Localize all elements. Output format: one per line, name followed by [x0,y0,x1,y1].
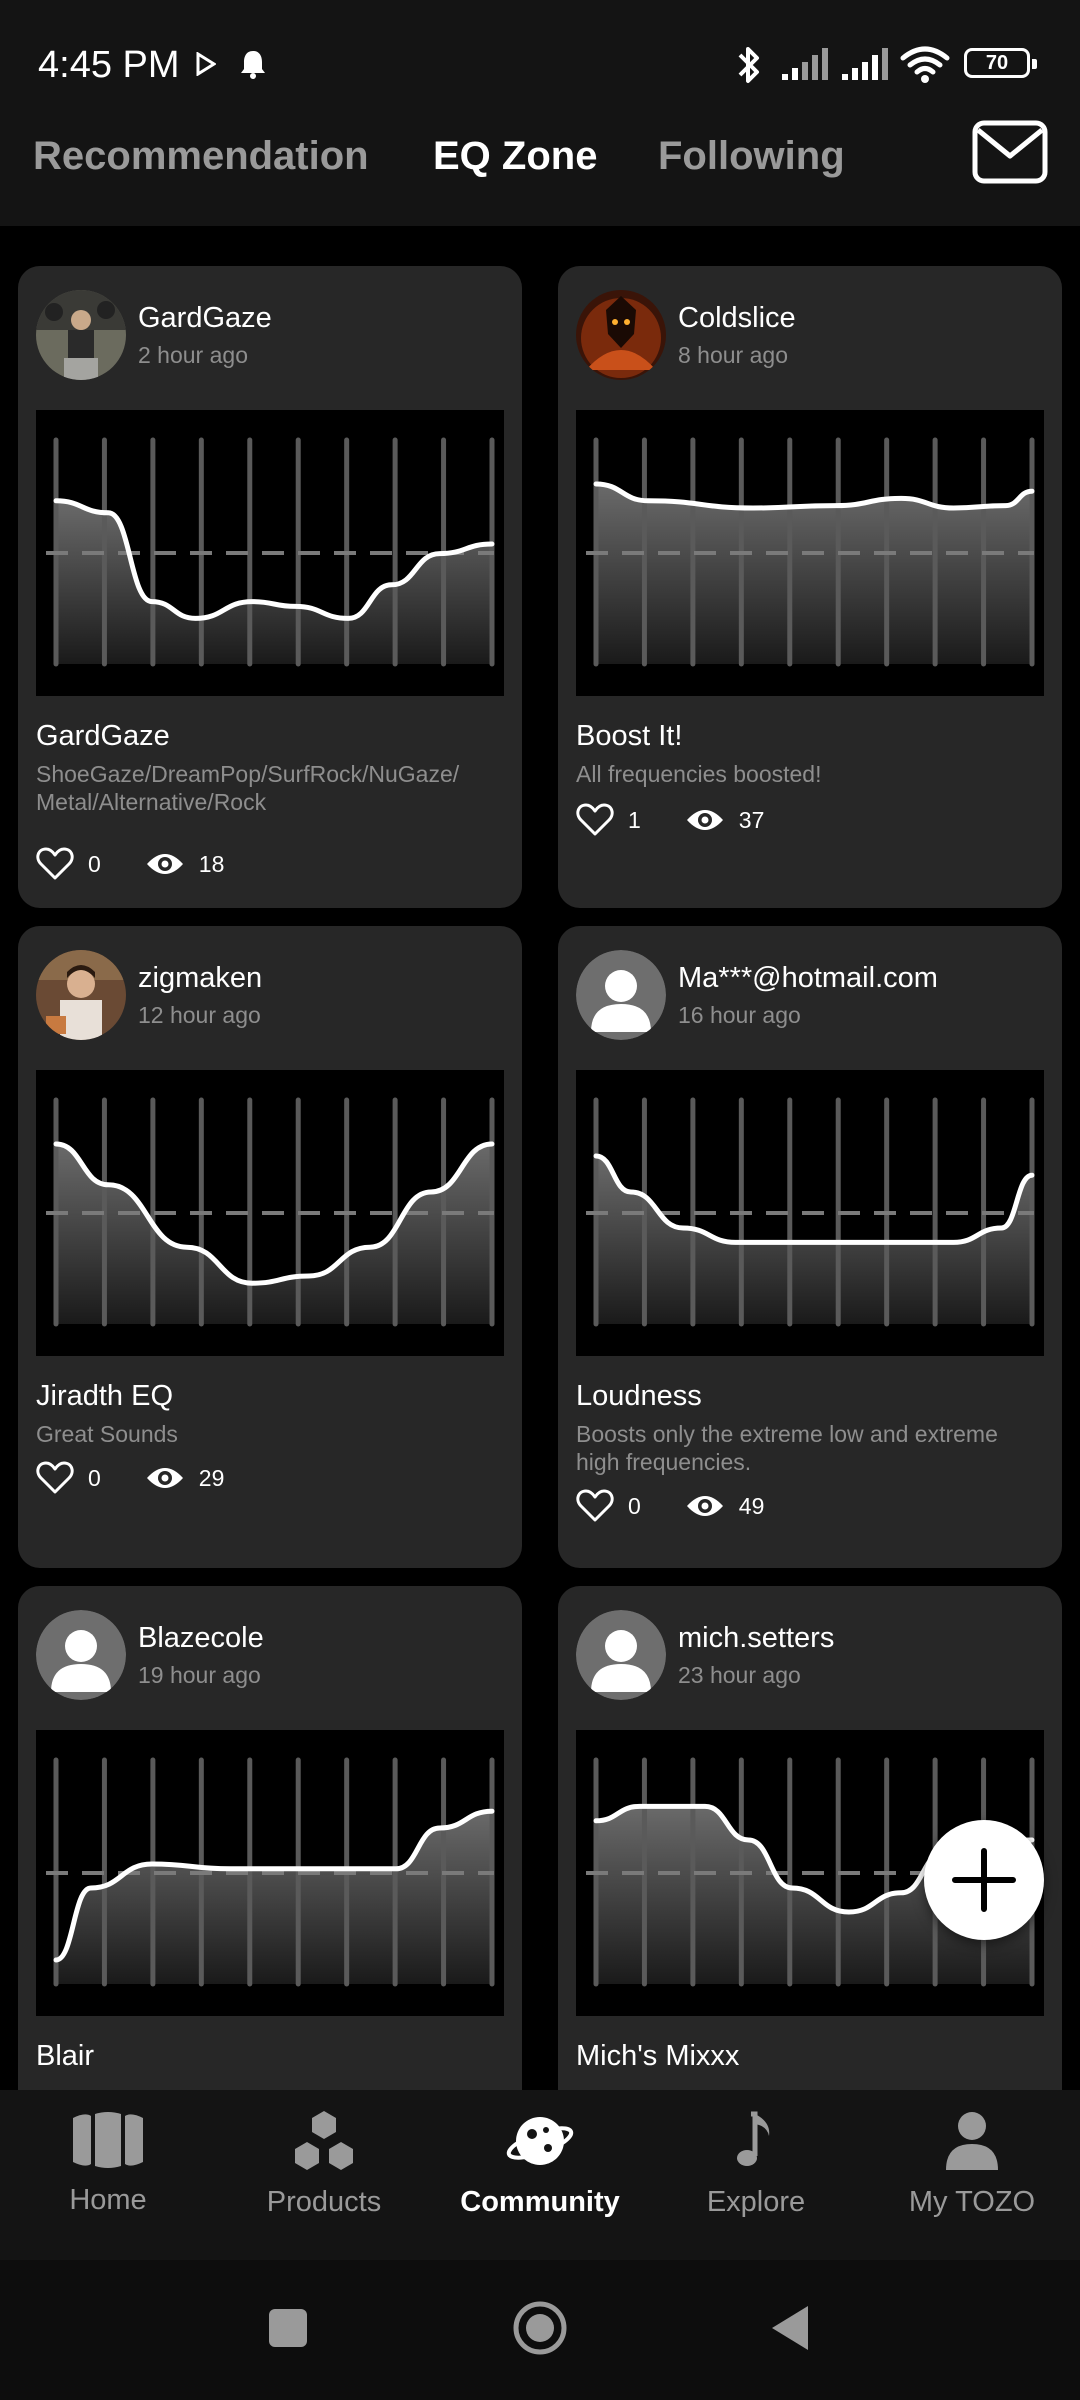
status-bar: 4:45 PM 70 [0,0,1080,120]
views-count: 49 [738,1492,765,1519]
likes-count: 0 [628,1492,641,1519]
username[interactable]: Coldslice [678,302,796,335]
avatar[interactable] [576,1610,666,1700]
nav-label: Community [460,2186,620,2218]
eq-curve-graph [36,410,504,696]
eq-description: Boosts only the extreme low and extreme … [576,1421,998,1475]
system-nav [0,2260,1080,2400]
eq-stats: 0 49 [576,1486,808,1526]
eq-title: Jiradth EQ [36,1380,173,1412]
likes-count: 1 [628,806,641,833]
eq-card[interactable]: Coldslice 8 hour ago Boost It! All frequ… [558,266,1062,908]
username[interactable]: Ma***@hotmail.com [678,962,938,995]
post-time: 16 hour ago [678,1002,801,1028]
post-time: 19 hour ago [138,1662,261,1688]
avatar[interactable] [576,950,666,1040]
home-icon [73,2112,143,2168]
music-note-icon [737,2111,770,2166]
eq-card[interactable]: Blazecole 19 hour ago Blair [18,1586,522,2090]
bell-icon [241,51,265,79]
battery-indicator: 70 [964,48,1037,78]
avatar[interactable] [576,290,666,380]
products-icon [295,2111,353,2170]
eye-icon [686,810,723,830]
tab-recommendation[interactable]: Recommendation [33,134,369,179]
top-tabs: Recommendation EQ Zone Following [0,120,1080,226]
eq-curve-graph [576,1070,1044,1356]
status-time: 4:45 PM [38,44,180,86]
eq-card[interactable]: Ma***@hotmail.com 16 hour ago Loudness B… [558,926,1062,1568]
nav-label: My TOZO [908,2186,1036,2218]
eq-description: All frequencies boosted! [576,761,822,787]
signal-icon-1 [782,48,828,80]
avatar[interactable] [36,950,126,1040]
add-eq-button[interactable] [924,1820,1044,1940]
heart-icon[interactable] [576,1489,614,1523]
eq-card[interactable]: GardGaze 2 hour ago GardGaze ShoeGaze/Dr… [18,266,522,908]
play-icon [196,52,216,76]
back-button[interactable] [768,2300,812,2356]
eq-feed[interactable]: GardGaze 2 hour ago GardGaze ShoeGaze/Dr… [0,226,1080,2090]
username[interactable]: Blazecole [138,1622,264,1655]
eye-icon [146,854,183,874]
avatar[interactable] [36,290,126,380]
wifi-icon [900,46,950,83]
nav-home[interactable]: Home [0,2110,216,2217]
nav-products[interactable]: Products [216,2110,432,2219]
post-time: 8 hour ago [678,342,788,368]
recents-button[interactable] [266,2300,310,2356]
eq-stats: 0 29 [36,1458,268,1498]
heart-icon[interactable] [36,847,74,881]
tab-following[interactable]: Following [658,134,845,179]
eq-curve-graph [36,1070,504,1356]
eq-title: Blair [36,2040,95,2072]
likes-count: 0 [88,850,101,877]
person-icon [946,2112,998,2170]
views-count: 37 [738,806,765,833]
home-button[interactable] [510,2300,570,2356]
heart-icon[interactable] [36,1461,74,1495]
heart-icon[interactable] [576,803,614,837]
mail-icon[interactable] [972,120,1048,184]
username[interactable]: mich.setters [678,1622,834,1655]
nav-label: Products [266,2186,382,2218]
username[interactable]: GardGaze [138,302,272,335]
tab-eq-zone[interactable]: EQ Zone [433,134,597,179]
eq-curve-graph [576,410,1044,696]
eq-stats: 1 37 [576,800,808,840]
plus-icon [952,1848,1016,1912]
eq-title: Boost It! [576,720,683,752]
eq-title: GardGaze [36,720,170,752]
eye-icon [146,1468,183,1488]
nav-explore[interactable]: Explore [648,2110,864,2219]
views-count: 18 [198,850,225,877]
nav-label: Home [69,2184,147,2216]
eq-card[interactable]: zigmaken 12 hour ago Jiradth EQ Great So… [18,926,522,1568]
bluetooth-icon [738,47,759,83]
likes-count: 0 [88,1464,101,1491]
eq-stats: 0 18 [36,844,268,884]
nav-label: Explore [706,2186,806,2218]
post-time: 2 hour ago [138,342,248,368]
planet-icon [506,2117,574,2165]
nav-my-tozo[interactable]: My TOZO [864,2110,1080,2219]
signal-icon-2 [842,48,888,80]
eq-description: ShoeGaze/DreamPop/SurfRock/NuGaze/ Metal… [36,761,460,815]
nav-community[interactable]: Community [432,2110,648,2219]
post-time: 23 hour ago [678,1662,801,1688]
eq-curve-graph [36,1730,504,2016]
eq-title: Mich's Mixxx [576,2040,740,2072]
post-time: 12 hour ago [138,1002,261,1028]
eye-icon [686,1496,723,1516]
bottom-nav: Home Products Community Explore My TOZO [0,2090,1080,2260]
eq-title: Loudness [576,1380,702,1412]
eq-description: Great Sounds [36,1421,178,1447]
avatar[interactable] [36,1610,126,1700]
views-count: 29 [198,1464,225,1491]
username[interactable]: zigmaken [138,962,262,995]
